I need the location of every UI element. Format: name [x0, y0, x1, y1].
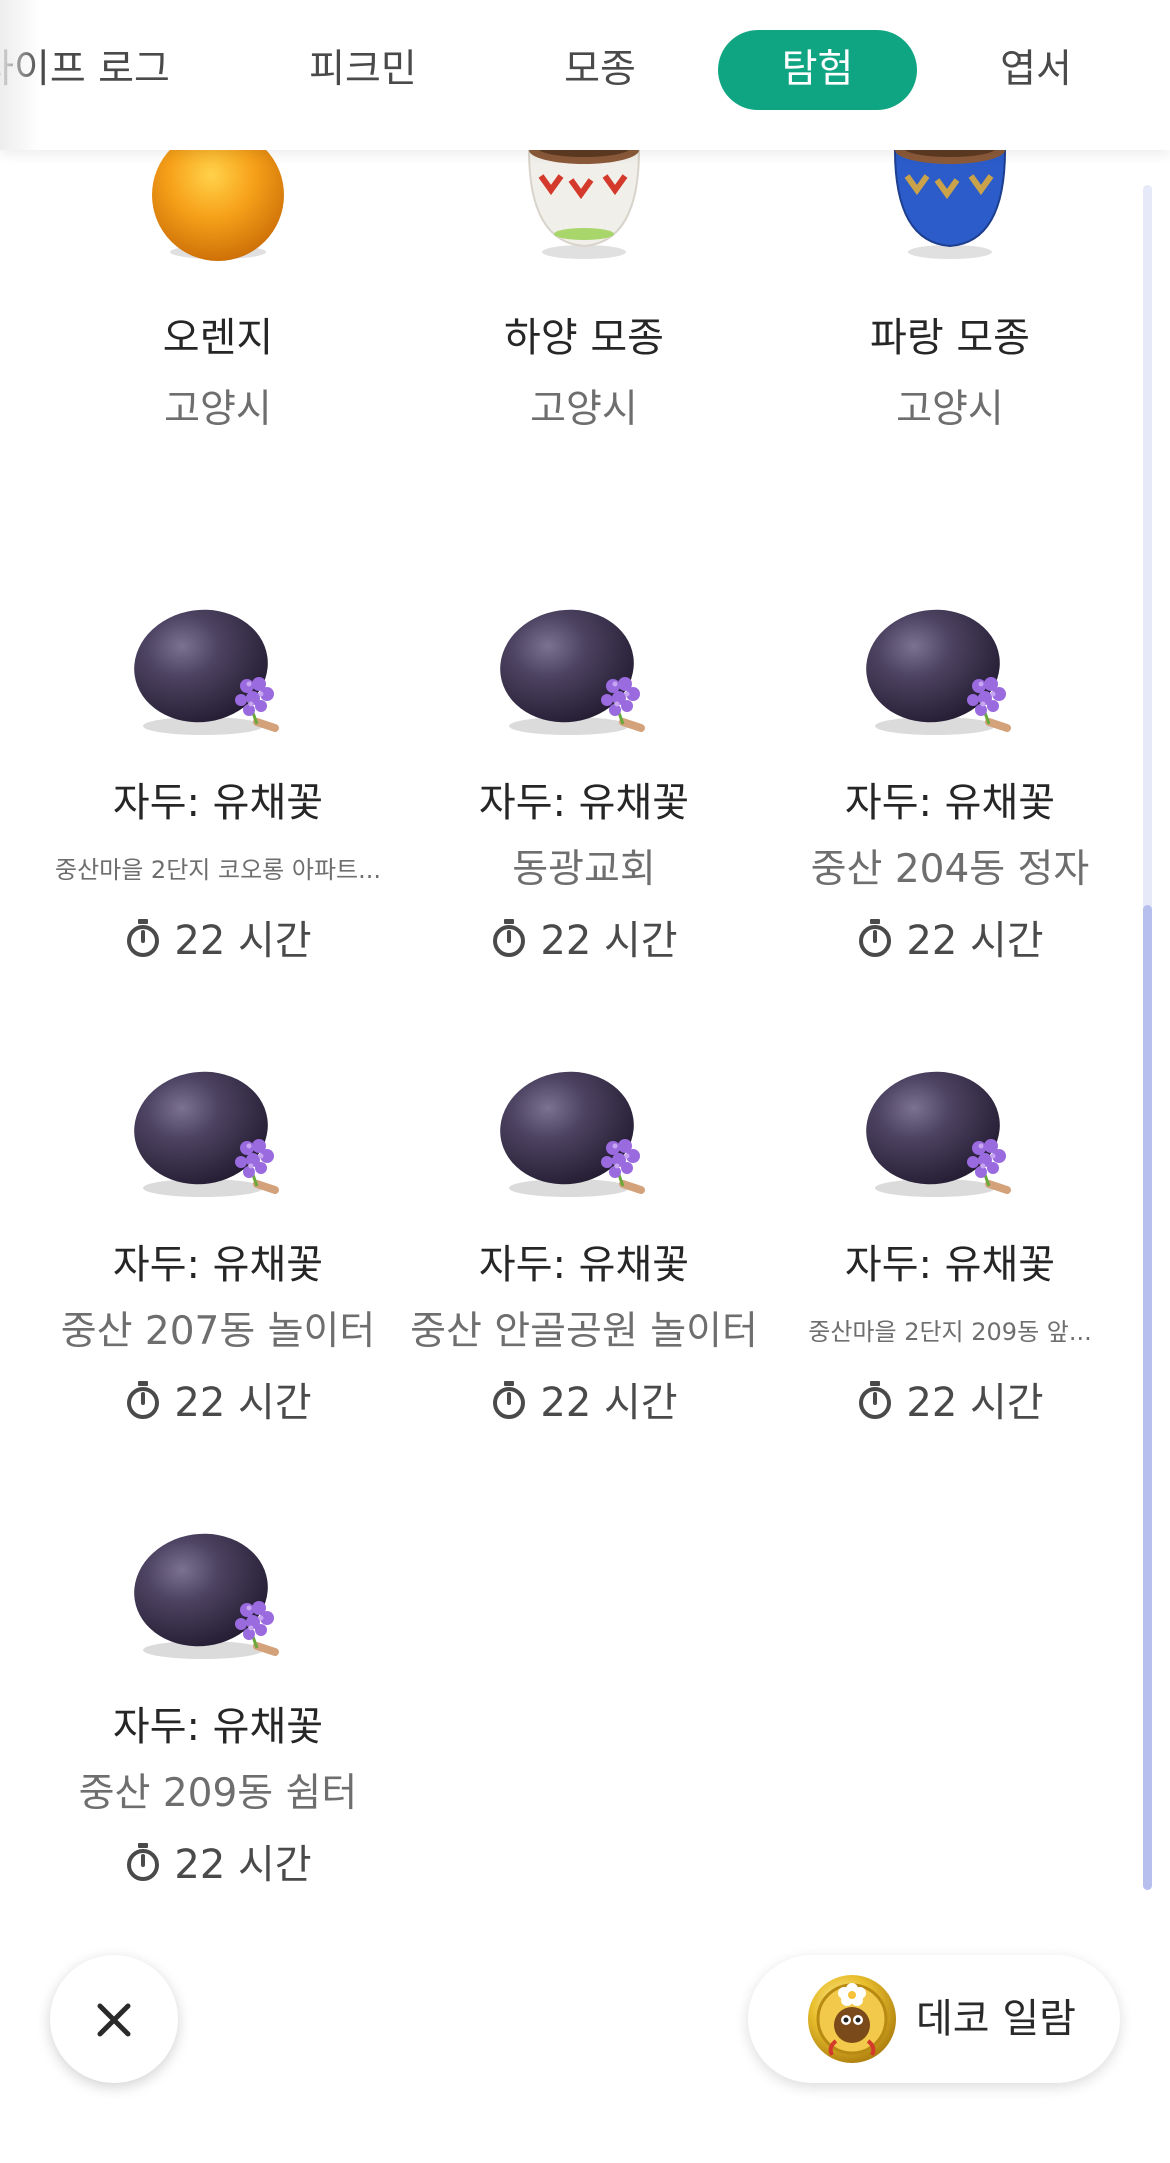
plum-with-flower-icon [35, 1524, 401, 1684]
item-time-label: 22 시간 [174, 1380, 312, 1426]
item-title: 자두: 유채꽃 [844, 780, 1056, 826]
item-title: 자두: 유채꽃 [478, 780, 690, 826]
list-item[interactable]: 자두: 유채꽃 중산 209동 쉼터 22 시간 [35, 1524, 401, 1888]
scrollbar-thumb[interactable] [1143, 905, 1152, 1890]
list-item[interactable]: 자두: 유채꽃 중산마을 2단지 209동 앞... 22 시간 [767, 1062, 1133, 1426]
stopwatch-icon [490, 918, 528, 968]
close-icon [97, 2003, 131, 2036]
list-item[interactable]: 자두: 유채꽃 동광교회 22 시간 [401, 600, 767, 964]
tab-bar-edge-fade [0, 0, 40, 150]
deco-list-label: 데코 일람 [916, 1996, 1076, 2042]
list-item[interactable]: 자두: 유채꽃 중산 204동 정자 22 시간 [767, 600, 1133, 964]
item-location: 중산마을 2단지 코오롱 아파트... [54, 856, 381, 884]
item-time: 22 시간 [401, 1370, 767, 1430]
item-time-label: 22 시간 [906, 1380, 1044, 1426]
plum-with-flower-icon [35, 600, 401, 760]
plum-with-flower-icon [767, 600, 1133, 760]
stopwatch-icon [490, 1380, 528, 1430]
item-time-label: 22 시간 [540, 1380, 678, 1426]
deco-badge-icon [806, 1973, 898, 2065]
item-time: 22 시간 [401, 908, 767, 968]
item-time-label: 22 시간 [906, 918, 1044, 964]
item-time: 22 시간 [767, 908, 1133, 968]
item-time: 22 시간 [35, 1832, 401, 1892]
item-time-label: 22 시간 [174, 918, 312, 964]
stopwatch-icon [856, 918, 894, 968]
tab-bar: 라이프 로그 피크민 모종 탐험 엽서 [0, 0, 1170, 150]
item-location: 동광교회 [512, 847, 656, 892]
item-time: 22 시간 [767, 1370, 1133, 1430]
tab-expedition[interactable]: 탐험 [718, 30, 917, 110]
item-title: 자두: 유채꽃 [844, 1242, 1056, 1288]
deco-list-button[interactable]: 데코 일람 [748, 1955, 1120, 2083]
list-item[interactable]: 자두: 유채꽃 중산마을 2단지 코오롱 아파트... 22 시간 [35, 600, 401, 964]
list-item[interactable]: 자두: 유채꽃 중산 207동 놀이터 22 시간 [35, 1062, 401, 1426]
item-time-label: 22 시간 [540, 918, 678, 964]
item-location: 중산 안골공원 놀이터 [410, 1309, 758, 1354]
scrollbar[interactable] [1143, 185, 1152, 1890]
item-location: 고양시 [530, 387, 638, 432]
item-location: 중산 207동 놀이터 [60, 1309, 376, 1354]
stopwatch-icon [124, 1380, 162, 1430]
tab-postcard[interactable]: 엽서 [966, 30, 1106, 110]
plum-with-flower-icon [401, 600, 767, 760]
plum-with-flower-icon [401, 1062, 767, 1222]
item-title: 파랑 모종 [870, 315, 1030, 361]
item-time: 22 시간 [35, 1370, 401, 1430]
item-time-label: 22 시간 [174, 1842, 312, 1888]
item-title: 자두: 유채꽃 [112, 780, 324, 826]
app-screen: 라이프 로그 피크민 모종 탐험 엽서 오렌지 고 [0, 0, 1170, 2163]
item-location: 중산 204동 정자 [810, 847, 1090, 892]
item-title: 자두: 유채꽃 [112, 1704, 324, 1750]
stopwatch-icon [124, 1842, 162, 1892]
stopwatch-icon [856, 1380, 894, 1430]
item-title: 하양 모종 [504, 315, 664, 361]
item-location: 중산 209동 쉼터 [78, 1771, 358, 1816]
tab-pikmin[interactable]: 피크민 [283, 30, 443, 110]
item-title: 자두: 유채꽃 [478, 1242, 690, 1288]
tab-seedling[interactable]: 모종 [530, 30, 670, 110]
stopwatch-icon [124, 918, 162, 968]
plum-with-flower-icon [35, 1062, 401, 1222]
item-location: 고양시 [896, 387, 1004, 432]
item-title: 오렌지 [162, 315, 274, 361]
item-time: 22 시간 [35, 908, 401, 968]
close-button[interactable] [50, 1955, 178, 2083]
item-title: 자두: 유채꽃 [112, 1242, 324, 1288]
item-location: 중산마을 2단지 209동 앞... [808, 1318, 1092, 1346]
item-location: 고양시 [164, 387, 272, 432]
plum-with-flower-icon [767, 1062, 1133, 1222]
list-item[interactable]: 자두: 유채꽃 중산 안골공원 놀이터 22 시간 [401, 1062, 767, 1426]
